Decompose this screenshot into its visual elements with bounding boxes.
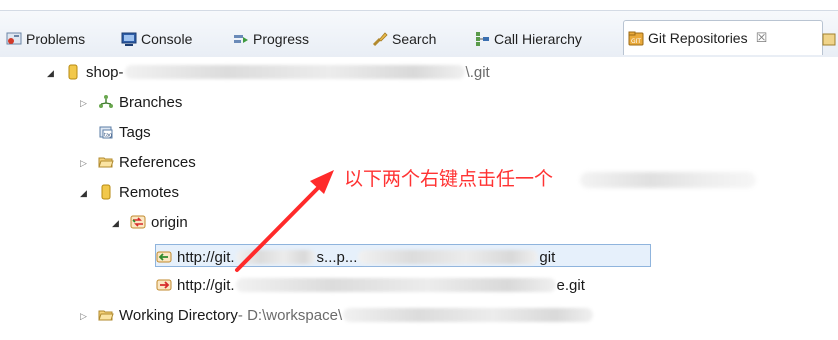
folder-icon	[98, 307, 114, 323]
redacted-annotation-part	[580, 172, 756, 188]
expand-triangle-icon[interactable]: ▷	[80, 158, 90, 168]
origin-label: origin	[151, 213, 188, 231]
git-repositories-icon: GIT	[628, 30, 644, 46]
tab-call-hierarchy-label: Call Hierarchy	[494, 31, 582, 47]
fetch-url-prefix: http://git.	[177, 248, 235, 266]
working-directory-label: Working Directory	[119, 306, 238, 324]
tab-git-repositories[interactable]: GIT Git Repositories ☒	[623, 20, 823, 55]
working-directory-path: - D:\workspace\	[237, 306, 343, 324]
tab-search-label: Search	[392, 31, 437, 47]
repository-name: shop-	[86, 63, 124, 81]
tree-row-push-url[interactable]: http://git. e.git	[156, 273, 585, 297]
redacted-working-directory-path	[343, 308, 594, 322]
tab-console[interactable]: Console	[121, 24, 192, 54]
tree-row-working-directory[interactable]: ▷ Working Directory - D:\workspace\	[80, 303, 594, 327]
fetch-url-mid: s...p...	[316, 248, 358, 266]
tab-progress-label: Progress	[253, 31, 310, 47]
expand-triangle-icon[interactable]: ▷	[80, 98, 90, 108]
fetch-url-suffix: git	[539, 248, 556, 266]
tab-search[interactable]: Search	[372, 24, 436, 54]
repository-icon	[65, 64, 81, 80]
tab-problems-label: Problems	[26, 31, 86, 47]
svg-text:GIT: GIT	[631, 38, 641, 45]
redacted-fetch-url-part	[235, 250, 316, 264]
annotation-text: 以下两个右键点击任一个	[344, 168, 554, 190]
folder-icon	[98, 154, 114, 170]
tab-call-hierarchy[interactable]: Call Hierarchy	[474, 24, 582, 54]
tab-problems[interactable]: Problems	[6, 24, 85, 54]
branches-icon	[98, 94, 114, 110]
collapse-triangle-icon[interactable]: ◢	[47, 68, 57, 78]
tab-progress[interactable]: Progress	[233, 24, 309, 54]
tree-row-references[interactable]: ▷ References	[80, 150, 196, 174]
overflow-tab-icon	[822, 31, 838, 47]
problems-icon	[6, 31, 22, 47]
repository-path-suffix: \.git	[465, 63, 490, 81]
remote-origin-icon	[130, 214, 146, 230]
tree-row-origin[interactable]: ◢ origin	[112, 210, 188, 234]
tree-row-tags[interactable]: tag Tags	[80, 120, 151, 144]
expand-triangle-icon[interactable]: ▷	[80, 311, 90, 321]
redacted-fetch-url-part	[358, 250, 539, 264]
console-icon	[121, 31, 137, 47]
collapse-triangle-icon[interactable]: ◢	[80, 188, 90, 198]
redacted-push-url-part	[235, 278, 556, 292]
tags-label: Tags	[119, 123, 151, 141]
tab-overflow[interactable]	[822, 24, 838, 54]
tree-row-fetch-url[interactable]: http://git. s...p... git	[156, 245, 555, 269]
collapse-triangle-icon[interactable]: ◢	[112, 218, 122, 228]
branches-label: Branches	[119, 93, 183, 111]
call-hierarchy-icon	[474, 31, 490, 47]
push-url-icon	[156, 277, 172, 293]
remotes-label: Remotes	[119, 183, 180, 201]
redacted-repository-path	[124, 65, 465, 79]
push-url-prefix: http://git.	[177, 276, 235, 294]
tree-row-repository[interactable]: ◢ shop- \.git	[47, 60, 490, 84]
svg-text:tag: tag	[104, 133, 112, 139]
push-url-suffix: e.git	[556, 276, 585, 294]
close-icon[interactable]: ☒	[756, 30, 768, 46]
tree-row-remotes[interactable]: ◢ Remotes	[80, 180, 179, 204]
views-tab-bar: Problems Console Progress Search Call Hi…	[0, 0, 838, 57]
remotes-icon	[98, 184, 114, 200]
tree-row-branches[interactable]: ▷ Branches	[80, 90, 182, 114]
tags-icon: tag	[98, 124, 114, 140]
progress-icon	[233, 31, 249, 47]
references-label: References	[119, 153, 196, 171]
fetch-url-icon	[156, 249, 172, 265]
tab-console-label: Console	[141, 31, 193, 47]
tab-git-repositories-label: Git Repositories	[648, 30, 748, 46]
search-icon	[372, 31, 388, 47]
